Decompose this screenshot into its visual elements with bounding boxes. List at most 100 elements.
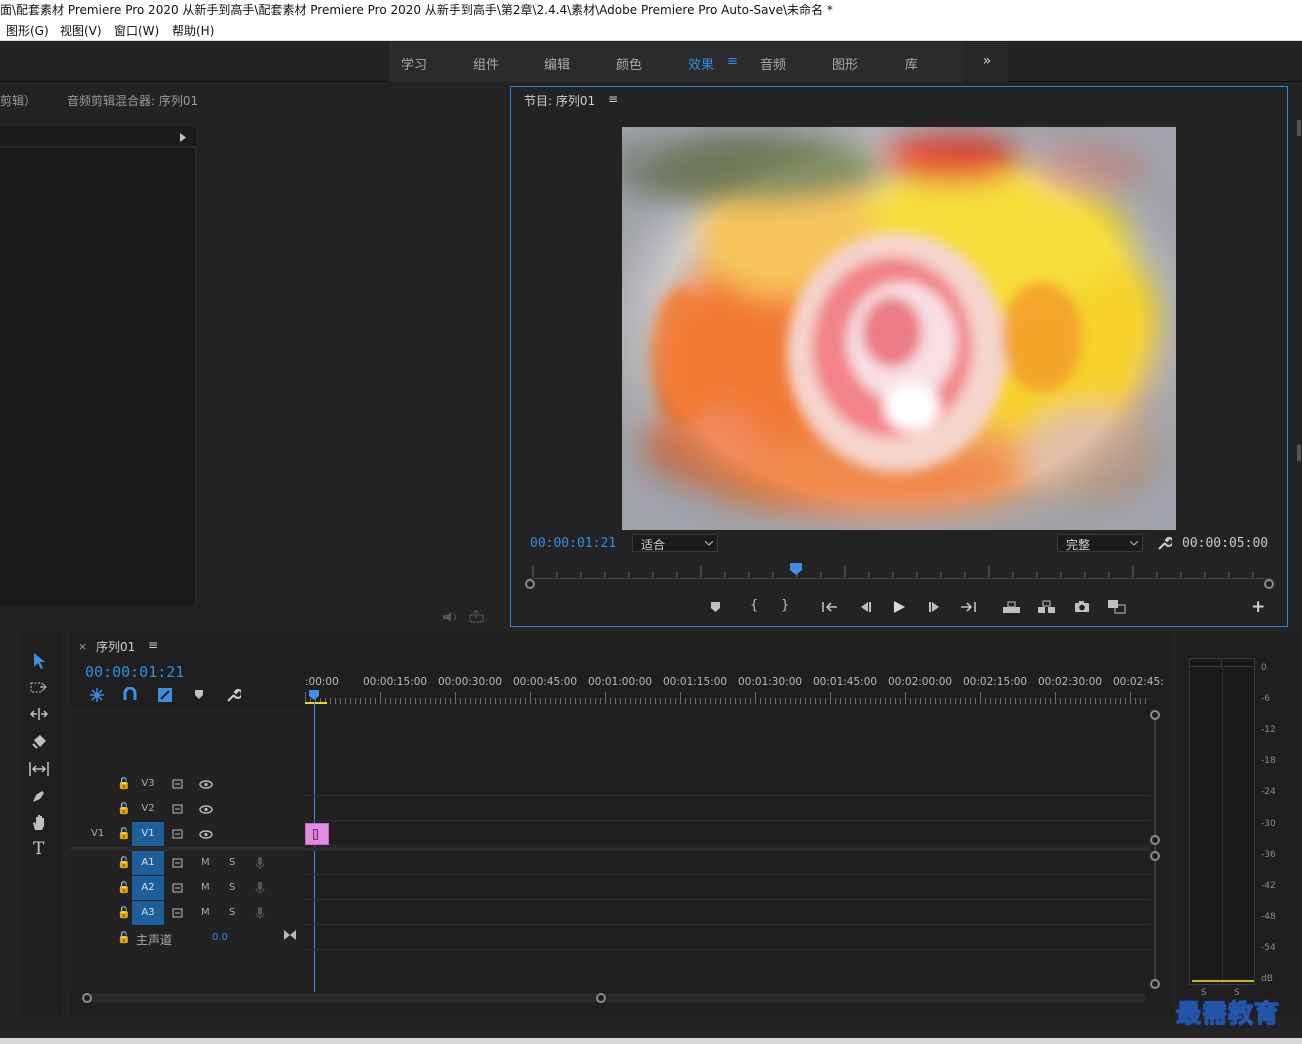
workspace-libraries[interactable]: 库 (905, 54, 918, 73)
eye-icon[interactable] (199, 830, 213, 839)
menu-help[interactable]: 帮助(H) (172, 21, 214, 41)
linked-selection-icon[interactable] (157, 687, 173, 703)
selection-tool-icon[interactable] (31, 652, 47, 670)
lock-icon[interactable]: 🔓 (117, 777, 131, 790)
video-clip[interactable] (305, 823, 329, 845)
lock-icon[interactable]: 🔓 (117, 906, 131, 919)
tab-audio-clip-mixer[interactable]: 音频剪辑混合器: 序列01 (67, 92, 198, 109)
play-icon[interactable] (892, 600, 906, 614)
microphone-icon[interactable] (255, 856, 265, 870)
sync-lock-icon[interactable] (172, 779, 184, 789)
menu-view[interactable]: 视图(V) (60, 21, 102, 41)
add-button-icon[interactable]: + (1251, 597, 1265, 617)
sync-lock-icon[interactable] (172, 858, 184, 868)
menu-window[interactable]: 窗口(W) (114, 21, 159, 41)
track-target-a1[interactable]: A1 (132, 851, 164, 875)
lock-icon[interactable]: 🔓 (117, 827, 131, 840)
mark-in-icon[interactable]: { (750, 598, 758, 613)
menu-graphics[interactable]: 图形(G) (6, 21, 49, 41)
timeline-tab[interactable]: 序列01 (96, 638, 135, 655)
audio-settings-icon[interactable] (442, 611, 458, 623)
solo-button[interactable]: S (229, 882, 235, 893)
playback-quality-dropdown[interactable]: 完整 (1057, 534, 1143, 552)
add-marker-icon[interactable] (194, 689, 204, 700)
vscroll-handle-mid[interactable] (1150, 835, 1160, 845)
lock-icon[interactable]: 🔓 (117, 881, 131, 894)
track-target-v2[interactable]: V2 (132, 797, 164, 821)
timeline-playhead[interactable] (308, 690, 320, 702)
program-zoom-handle-right[interactable] (1264, 579, 1274, 589)
mute-button[interactable]: M (201, 882, 210, 893)
mute-button[interactable]: M (201, 857, 210, 868)
solo-button[interactable]: S (229, 857, 235, 868)
workspace-learn[interactable]: 学习 (401, 54, 427, 73)
mark-out-icon[interactable]: } (781, 598, 789, 613)
comparison-view-icon[interactable] (1107, 599, 1127, 615)
vscroll-handle-top[interactable] (1150, 710, 1160, 720)
go-to-out-icon[interactable] (960, 601, 976, 613)
tab-source-clip[interactable]: 剪辑） (0, 92, 36, 109)
hscroll-handle-right[interactable] (596, 993, 606, 1003)
nest-sequence-icon[interactable] (89, 687, 105, 703)
extract-icon[interactable] (1037, 600, 1056, 614)
peak-indicator-left[interactable] (1190, 659, 1222, 667)
eye-icon[interactable] (199, 805, 213, 814)
track-target-a2[interactable]: A2 (132, 876, 164, 900)
workspace-menu-icon[interactable]: ≡ (727, 54, 738, 69)
program-zoom-handle-left[interactable] (525, 579, 535, 589)
export-frame-camera-icon[interactable] (1074, 600, 1090, 613)
workspace-color[interactable]: 颜色 (616, 54, 642, 73)
zoom-fit-dropdown[interactable]: 适合 (632, 534, 718, 552)
sync-lock-icon[interactable] (172, 804, 184, 814)
go-to-in-icon[interactable] (822, 601, 838, 613)
step-forward-icon[interactable] (928, 601, 942, 613)
panel-edge-handle[interactable] (1297, 445, 1301, 461)
timeline-settings-wrench-icon[interactable] (225, 687, 241, 703)
panel-edge-handle[interactable] (1297, 120, 1301, 136)
lock-icon[interactable]: 🔓 (117, 931, 131, 944)
lock-icon[interactable]: 🔓 (117, 856, 131, 869)
track-target-a3[interactable]: A3 (132, 901, 164, 925)
type-tool-icon[interactable]: T (33, 839, 44, 859)
microphone-icon[interactable] (255, 881, 265, 895)
program-timecode[interactable]: 00:00:01:21 (530, 536, 616, 551)
vscroll-handle-audio[interactable] (1150, 851, 1160, 861)
vscroll-handle-bottom[interactable] (1150, 979, 1160, 989)
work-area-bar[interactable] (305, 702, 327, 704)
sync-lock-icon[interactable] (172, 829, 184, 839)
horizontal-scrollbar[interactable] (82, 993, 1146, 1003)
lock-icon[interactable]: 🔓 (117, 802, 131, 815)
close-tab-icon[interactable]: × (78, 640, 87, 653)
solo-button[interactable]: S (229, 907, 235, 918)
ripple-edit-tool-icon[interactable] (30, 707, 48, 721)
track-target-v3[interactable]: V3 (132, 772, 164, 796)
timeline-timecode[interactable]: 00:00:01:21 (85, 663, 184, 681)
pen-tool-icon[interactable] (31, 788, 47, 804)
timeline-menu-icon[interactable]: ≡ (148, 638, 158, 652)
program-playhead[interactable] (789, 563, 803, 577)
lift-icon[interactable] (1002, 600, 1021, 614)
source-patch-v1[interactable]: V1 (91, 828, 104, 839)
sync-lock-icon[interactable] (172, 908, 184, 918)
workspace-effects[interactable]: 效果 (688, 54, 714, 73)
master-volume-value[interactable]: 0.0 (212, 932, 228, 943)
program-time-ruler[interactable] (523, 563, 1275, 577)
expand-arrow-icon[interactable] (180, 133, 187, 142)
program-title[interactable]: 节目: 序列01 (524, 92, 595, 109)
peak-indicator-right[interactable] (1223, 659, 1255, 667)
sync-lock-icon[interactable] (172, 883, 184, 893)
microphone-icon[interactable] (255, 906, 265, 920)
hscroll-handle-left[interactable] (82, 993, 92, 1003)
slip-tool-icon[interactable] (29, 761, 49, 777)
track-target-v1[interactable]: V1 (132, 822, 164, 846)
mute-button[interactable]: M (201, 907, 210, 918)
step-back-icon[interactable] (858, 601, 872, 613)
eye-icon[interactable] (199, 780, 213, 789)
workspace-graphics[interactable]: 图形 (832, 54, 858, 73)
snap-magnet-icon[interactable] (123, 687, 137, 701)
go-to-edit-point-icon[interactable] (284, 930, 296, 940)
wrench-icon[interactable] (1156, 535, 1172, 551)
workspace-assembly[interactable]: 组件 (473, 54, 499, 73)
workspace-editing[interactable]: 编辑 (544, 54, 570, 73)
export-icon[interactable] (469, 610, 484, 623)
